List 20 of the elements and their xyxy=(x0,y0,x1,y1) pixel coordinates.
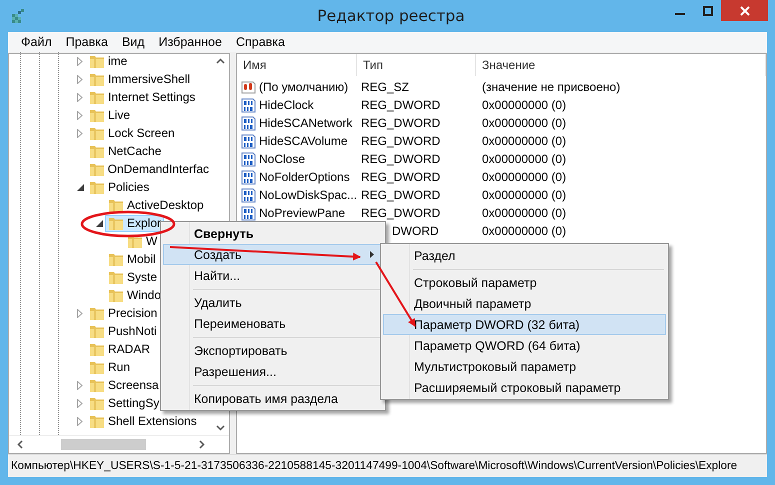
value-data: 0x00000000 (0) xyxy=(481,205,568,222)
value-data: 0x00000000 (0) xyxy=(481,223,568,240)
value-type: REG_DWORD xyxy=(360,169,442,186)
value-type: REG_SZ xyxy=(360,79,410,96)
value-data: 0x00000000 (0) xyxy=(481,169,568,186)
value-data: 0x00000000 (0) xyxy=(481,115,568,132)
value-type: REG_DWORD xyxy=(360,97,442,114)
value-type: REG_DWORD xyxy=(360,151,442,168)
value-data: 0x00000000 (0) xyxy=(481,151,568,168)
value-data: 0x00000000 (0) xyxy=(481,187,568,204)
value-data: (значение не присвоено) xyxy=(481,79,622,96)
value-type: REG_DWORD xyxy=(360,205,442,222)
value-type: DWORD xyxy=(391,223,440,240)
value-type: REG_DWORD xyxy=(360,187,442,204)
value-type: REG_DWORD xyxy=(360,115,442,132)
status-bar: Компьютер\HKEY_USERS\S-1-5-21-3173506336-2210588145-3201147499-1004\Software\Microsoft\Windows\CurrentVersion\Policies\Explore xyxy=(8,454,767,477)
value-type: REG_DWORD xyxy=(360,133,442,150)
value-data: 0x00000000 (0) xyxy=(481,133,568,150)
window-title: Редактор реестра xyxy=(317,7,465,25)
value-data: 0x00000000 (0) xyxy=(481,97,568,114)
